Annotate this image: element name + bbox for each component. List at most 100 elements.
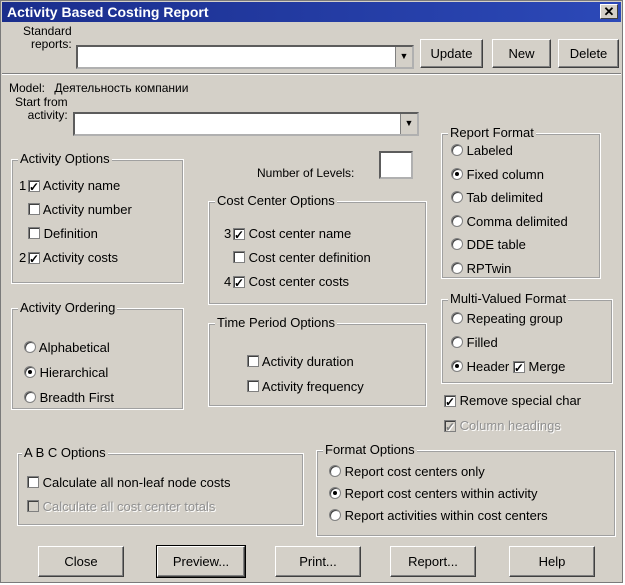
radio-selected-icon[interactable] — [329, 487, 341, 499]
abc-option-non-leaf-costs[interactable]: Calculate all non-leaf node costs — [27, 471, 231, 495]
report-format-fixed-column[interactable]: Fixed column — [451, 163, 568, 187]
number-of-levels-input[interactable] — [379, 151, 413, 179]
cost-center-option-costs[interactable]: 4 ✓ Cost center costs — [224, 270, 371, 294]
radio-icon[interactable] — [451, 261, 463, 274]
title-bar: Activity Based Costing Report ✕ — [2, 2, 621, 22]
start-from-label-line2: activity: — [27, 108, 68, 122]
standard-reports-select[interactable]: ▼ — [76, 45, 414, 69]
time-option-activity-duration[interactable]: Activity duration — [247, 349, 364, 374]
update-button[interactable]: Update — [420, 39, 483, 68]
activity-option-definition[interactable]: Definition — [19, 222, 132, 246]
checkbox-checked-icon: ✓ — [444, 420, 456, 434]
cost-center-option-definition[interactable]: Cost center definition — [224, 246, 371, 270]
start-from-activity-select[interactable]: ▼ — [73, 112, 419, 136]
multi-valued-repeating-group[interactable]: Repeating group — [451, 307, 565, 331]
order-number: 3 — [224, 226, 232, 241]
time-period-options-list: Activity duration Activity frequency — [247, 349, 364, 399]
checkbox-checked-icon[interactable]: ✓ — [28, 180, 40, 193]
abc-option-cost-center-totals: Calculate all cost center totals — [27, 495, 231, 519]
radio-label: Report cost centers within activity — [344, 486, 538, 501]
multi-valued-header[interactable]: Header ✓ Merge — [451, 355, 565, 379]
checkbox-label: Activity number — [42, 202, 132, 217]
time-option-activity-frequency[interactable]: Activity frequency — [247, 374, 364, 399]
radio-selected-icon[interactable] — [24, 366, 36, 378]
radio-icon[interactable] — [451, 191, 463, 203]
chevron-down-icon[interactable]: ▼ — [400, 114, 417, 134]
radio-icon[interactable] — [24, 391, 36, 403]
multi-valued-filled[interactable]: Filled — [451, 331, 565, 355]
report-format-rptwin[interactable]: RPTwin — [451, 257, 568, 281]
preview-button[interactable]: Preview... — [156, 545, 246, 578]
checkbox-label: Column headings — [459, 418, 561, 433]
checkbox-checked-icon[interactable]: ✓ — [233, 228, 245, 241]
remove-special-char-checkbox[interactable]: ✓ Remove special char — [444, 393, 581, 408]
format-option-cost-centers-within-activity[interactable]: Report cost centers within activity — [329, 483, 548, 505]
close-icon[interactable]: ✕ — [600, 4, 618, 19]
activity-option-activity-number[interactable]: Activity number — [19, 198, 132, 222]
radio-selected-icon[interactable] — [451, 167, 463, 180]
radio-label: Header — [466, 359, 510, 374]
radio-icon[interactable] — [451, 144, 463, 156]
checkbox-icon[interactable] — [27, 476, 39, 488]
checkbox-icon[interactable] — [28, 203, 40, 215]
activity-ordering-title: Activity Ordering — [18, 300, 118, 315]
report-dialog: Activity Based Costing Report ✕ Standard… — [0, 0, 623, 583]
format-option-cost-centers-only[interactable]: Report cost centers only — [329, 461, 548, 483]
checkbox-label: Calculate all cost center totals — [42, 499, 216, 514]
ordering-alphabetical[interactable]: Alphabetical — [24, 335, 114, 360]
start-from-label: Start from activity: — [15, 96, 68, 122]
format-option-activities-within-cost-centers[interactable]: Report activities within cost centers — [329, 505, 548, 527]
number-of-levels-label: Number of Levels: — [257, 166, 355, 180]
radio-icon[interactable] — [24, 341, 36, 353]
checkbox-label: Cost center costs — [248, 274, 350, 289]
radio-label: RPTwin — [466, 260, 512, 276]
checkbox-checked-icon[interactable]: ✓ — [28, 252, 40, 265]
activity-option-activity-costs[interactable]: 2 ✓ Activity costs — [19, 246, 132, 270]
radio-icon[interactable] — [451, 238, 463, 250]
checkbox-checked-icon[interactable]: ✓ — [444, 395, 456, 408]
model-row: Model: Деятельность компании — [9, 81, 188, 95]
ordering-breadth-first[interactable]: Breadth First — [24, 385, 114, 410]
format-options-list: Report cost centers only Report cost cen… — [329, 461, 548, 527]
new-button[interactable]: New — [492, 39, 551, 68]
checkbox-icon[interactable] — [233, 251, 245, 263]
column-headings-checkbox: ✓ Column headings — [444, 418, 561, 433]
report-button[interactable]: Report... — [390, 546, 476, 577]
checkbox-icon[interactable] — [247, 355, 259, 367]
radio-icon[interactable] — [329, 465, 341, 477]
delete-button[interactable]: Delete — [558, 39, 619, 68]
radio-icon[interactable] — [451, 312, 463, 324]
radio-label: Repeating group — [466, 311, 563, 326]
abc-options-list: Calculate all non-leaf node costs Calcul… — [27, 471, 231, 519]
cost-center-options-list: 3 ✓ Cost center name Cost center definiti… — [224, 222, 371, 294]
checkbox-label: Activity name — [42, 178, 121, 193]
checkbox-icon[interactable] — [247, 380, 259, 392]
radio-label: Comma delimited — [466, 213, 568, 229]
checkbox-checked-icon[interactable]: ✓ — [512, 361, 525, 374]
report-format-tab-delimited[interactable]: Tab delimited — [451, 186, 568, 210]
order-number: 2 — [19, 250, 27, 265]
merge-label: Merge — [528, 359, 566, 374]
report-format-list: Labeled Fixed column Tab delimited Comma… — [451, 139, 568, 280]
checkbox-label: Cost center definition — [248, 250, 371, 265]
chevron-down-icon[interactable]: ▼ — [395, 47, 412, 67]
report-format-dde-table[interactable]: DDE table — [451, 233, 568, 257]
help-button[interactable]: Help — [509, 546, 595, 577]
radio-label: Alphabetical — [38, 340, 110, 355]
activity-option-activity-name[interactable]: 1 ✓ Activity name — [19, 174, 132, 198]
checkbox-icon[interactable] — [28, 227, 40, 239]
report-format-labeled[interactable]: Labeled — [451, 139, 568, 163]
checkbox-checked-icon[interactable]: ✓ — [233, 276, 245, 289]
radio-label: DDE table — [466, 237, 526, 252]
radio-icon[interactable] — [451, 336, 463, 348]
close-button[interactable]: Close — [38, 546, 124, 577]
activity-options-title: Activity Options — [18, 151, 112, 166]
radio-icon[interactable] — [451, 214, 463, 227]
print-button[interactable]: Print... — [275, 546, 361, 577]
cost-center-option-name[interactable]: 3 ✓ Cost center name — [224, 222, 371, 246]
radio-selected-icon[interactable] — [451, 360, 463, 372]
checkbox-label: Definition — [43, 226, 98, 241]
report-format-comma-delimited[interactable]: Comma delimited — [451, 210, 568, 234]
radio-icon[interactable] — [329, 509, 341, 521]
ordering-hierarchical[interactable]: Hierarchical — [24, 360, 114, 385]
